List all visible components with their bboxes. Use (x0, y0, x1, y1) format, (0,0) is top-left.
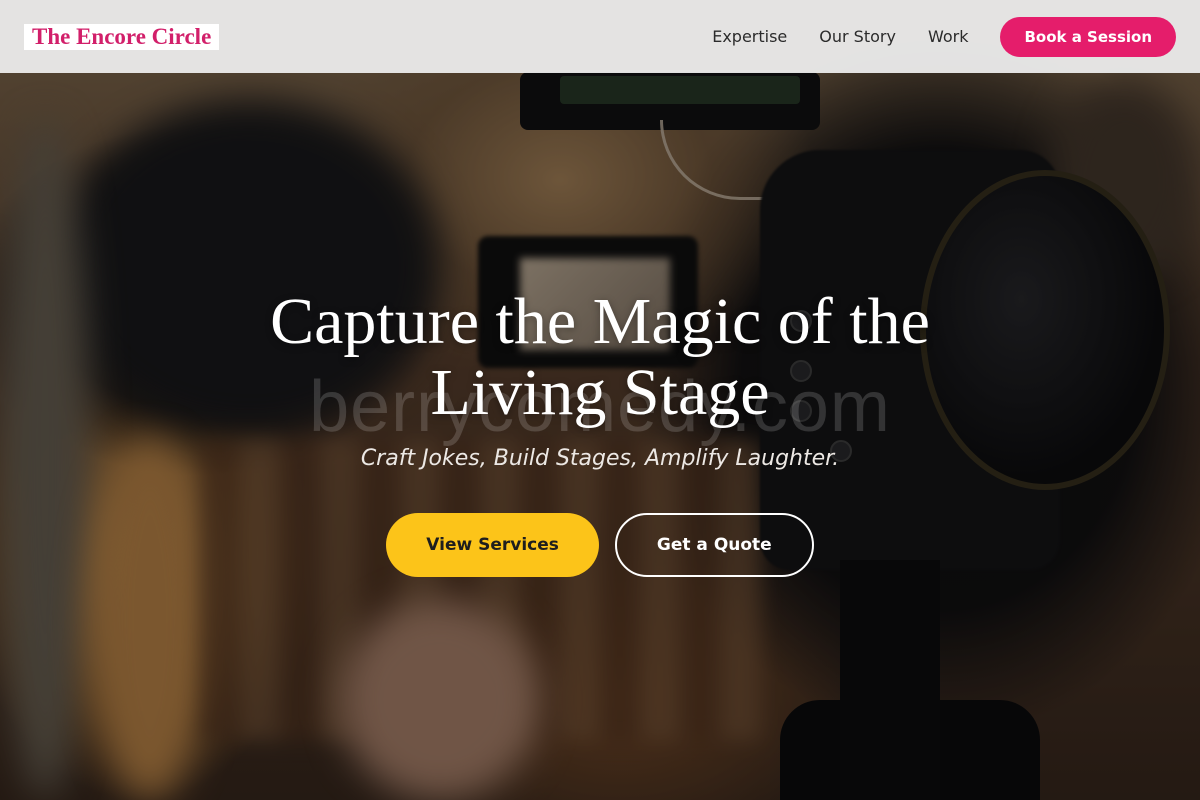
site-logo[interactable]: The Encore Circle (24, 23, 220, 50)
get-quote-button[interactable]: Get a Quote (614, 513, 814, 577)
hero-subtitle: Craft Jokes, Build Stages, Amplify Laugh… (360, 446, 840, 471)
nav-link-expertise[interactable]: Expertise (712, 27, 787, 46)
main-nav: Expertise Our Story Work Book a Session (680, 16, 1176, 57)
hero-content: Capture the Magic of the Living Stage Cr… (0, 286, 1200, 577)
site-header: The Encore Circle Expertise Our Story Wo… (0, 0, 1200, 73)
nav-link-our-story[interactable]: Our Story (819, 27, 896, 46)
nav-link-work[interactable]: Work (928, 27, 969, 46)
view-services-button[interactable]: View Services (386, 513, 599, 577)
hero-buttons: View Services Get a Quote (0, 513, 1200, 577)
book-session-button[interactable]: Book a Session (1000, 16, 1176, 57)
hero-title: Capture the Magic of the Living Stage (270, 285, 930, 429)
